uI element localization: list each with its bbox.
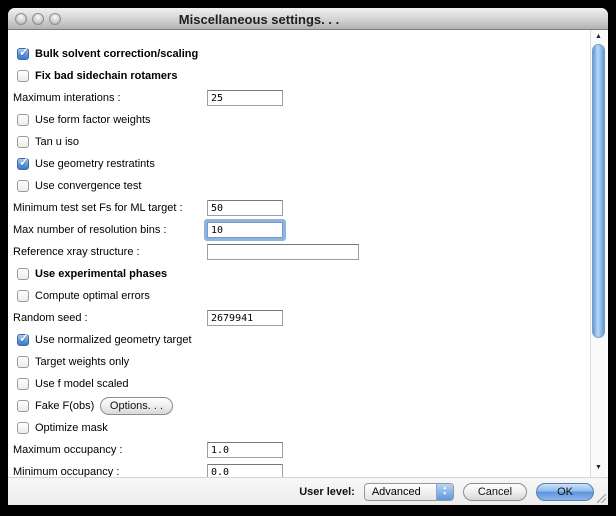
form-row: ✓ Bulk solvent correction/scaling xyxy=(8,43,590,65)
minimize-button[interactable] xyxy=(32,13,44,25)
window-controls xyxy=(15,13,61,25)
text-field[interactable] xyxy=(207,90,283,106)
window-title: Miscellaneous settings. . . xyxy=(179,12,339,27)
field-label: Reference xray structure : xyxy=(13,246,140,258)
form-rows: ✓ Bulk solvent correction/scaling Fix bad … xyxy=(8,30,590,477)
form-row: Max number of resolution bins : xyxy=(8,219,590,241)
dialog-footer: User level: Advanced ▲ ▼ Cancel OK xyxy=(8,477,608,505)
checkbox-label: Bulk solvent correction/scaling xyxy=(35,48,198,60)
form-row: Compute optimal errors xyxy=(8,285,590,307)
checkbox-label: Compute optimal errors xyxy=(35,290,150,302)
text-field[interactable] xyxy=(207,310,283,326)
checkbox-checked[interactable]: ✓ xyxy=(17,48,29,60)
checkbox-label: Fix bad sidechain rotamers xyxy=(35,70,177,82)
scrollbar-thumb[interactable] xyxy=(592,44,605,338)
vertical-scrollbar[interactable]: ▲ ▼ xyxy=(590,30,606,477)
popup-down-arrow-icon: ▼ xyxy=(442,492,447,498)
form-row: ✓ Use normalized geometry target xyxy=(8,329,590,351)
checkbox-unchecked[interactable] xyxy=(17,290,29,302)
form-row: Minimum occupancy : xyxy=(8,461,590,477)
form-row: Fake F(obs) Options. . . xyxy=(8,395,590,417)
options-button[interactable]: Options. . . xyxy=(100,397,173,415)
form-row: Random seed : xyxy=(8,307,590,329)
text-field[interactable] xyxy=(207,200,283,216)
checkbox-checked[interactable]: ✓ xyxy=(17,334,29,346)
settings-form: ✓ Bulk solvent correction/scaling Fix bad … xyxy=(8,30,608,477)
user-level-label: User level: xyxy=(299,486,355,498)
close-button[interactable] xyxy=(15,13,27,25)
checkbox-label: Use convergence test xyxy=(35,180,141,192)
field-label: Maximum occupancy : xyxy=(13,444,122,456)
checkbox-label: Use experimental phases xyxy=(35,268,167,280)
form-row: Maximum interations : xyxy=(8,87,590,109)
text-field[interactable] xyxy=(207,464,283,477)
checkbox-label: Use f model scaled xyxy=(35,378,129,390)
user-level-value: Advanced xyxy=(365,486,436,498)
form-row: Minimum test set Fs for ML target : xyxy=(8,197,590,219)
title-bar[interactable]: Miscellaneous settings. . . xyxy=(8,8,608,30)
checkbox-unchecked[interactable] xyxy=(17,400,29,412)
field-label: Random seed : xyxy=(13,312,88,324)
form-row: Use form factor weights xyxy=(8,109,590,131)
settings-dialog: Miscellaneous settings. . . ✓ Bulk solven… xyxy=(8,8,608,505)
text-field[interactable] xyxy=(207,442,283,458)
checkbox-label: Use normalized geometry target xyxy=(35,334,192,346)
checkbox-label: Target weights only xyxy=(35,356,129,368)
form-row: Use convergence test xyxy=(8,175,590,197)
checkbox-label: Use geometry restratints xyxy=(35,158,155,170)
form-row: Fix bad sidechain rotamers xyxy=(8,65,590,87)
scroll-down-icon[interactable]: ▼ xyxy=(591,461,606,475)
checkmark-icon: ✓ xyxy=(19,331,29,345)
checkbox-unchecked[interactable] xyxy=(17,180,29,192)
form-row: Use f model scaled xyxy=(8,373,590,395)
form-row: Maximum occupancy : xyxy=(8,439,590,461)
ok-button[interactable]: OK xyxy=(536,483,594,501)
popup-stepper-icon: ▲ ▼ xyxy=(436,484,453,500)
form-row: Tan u iso xyxy=(8,131,590,153)
field-label: Max number of resolution bins : xyxy=(13,224,166,236)
checkbox-unchecked[interactable] xyxy=(17,268,29,280)
checkbox-unchecked[interactable] xyxy=(17,136,29,148)
checkbox-label: Use form factor weights xyxy=(35,114,151,126)
checkmark-icon: ✓ xyxy=(19,45,29,59)
checkbox-unchecked[interactable] xyxy=(17,422,29,434)
user-level-select[interactable]: Advanced ▲ ▼ xyxy=(364,483,454,501)
checkbox-label: Tan u iso xyxy=(35,136,79,148)
checkbox-unchecked[interactable] xyxy=(17,356,29,368)
text-field[interactable] xyxy=(207,244,359,260)
checkbox-unchecked[interactable] xyxy=(17,70,29,82)
resize-grip[interactable] xyxy=(597,494,606,503)
checkbox-label: Fake F(obs) xyxy=(35,400,94,412)
checkbox-unchecked[interactable] xyxy=(17,378,29,390)
zoom-button[interactable] xyxy=(49,13,61,25)
form-row: Optimize mask xyxy=(8,417,590,439)
text-field[interactable] xyxy=(207,222,283,238)
checkbox-checked[interactable]: ✓ xyxy=(17,158,29,170)
form-row: Target weights only xyxy=(8,351,590,373)
checkbox-label: Optimize mask xyxy=(35,422,108,434)
checkbox-unchecked[interactable] xyxy=(17,114,29,126)
field-label: Minimum test set Fs for ML target : xyxy=(13,202,183,214)
cancel-button[interactable]: Cancel xyxy=(463,483,527,501)
form-row: Reference xray structure : xyxy=(8,241,590,263)
checkmark-icon: ✓ xyxy=(19,155,29,169)
field-label: Maximum interations : xyxy=(13,92,121,104)
field-label: Minimum occupancy : xyxy=(13,466,119,477)
form-row: Use experimental phases xyxy=(8,263,590,285)
form-row: ✓ Use geometry restratints xyxy=(8,153,590,175)
scroll-up-icon[interactable]: ▲ xyxy=(591,30,606,44)
